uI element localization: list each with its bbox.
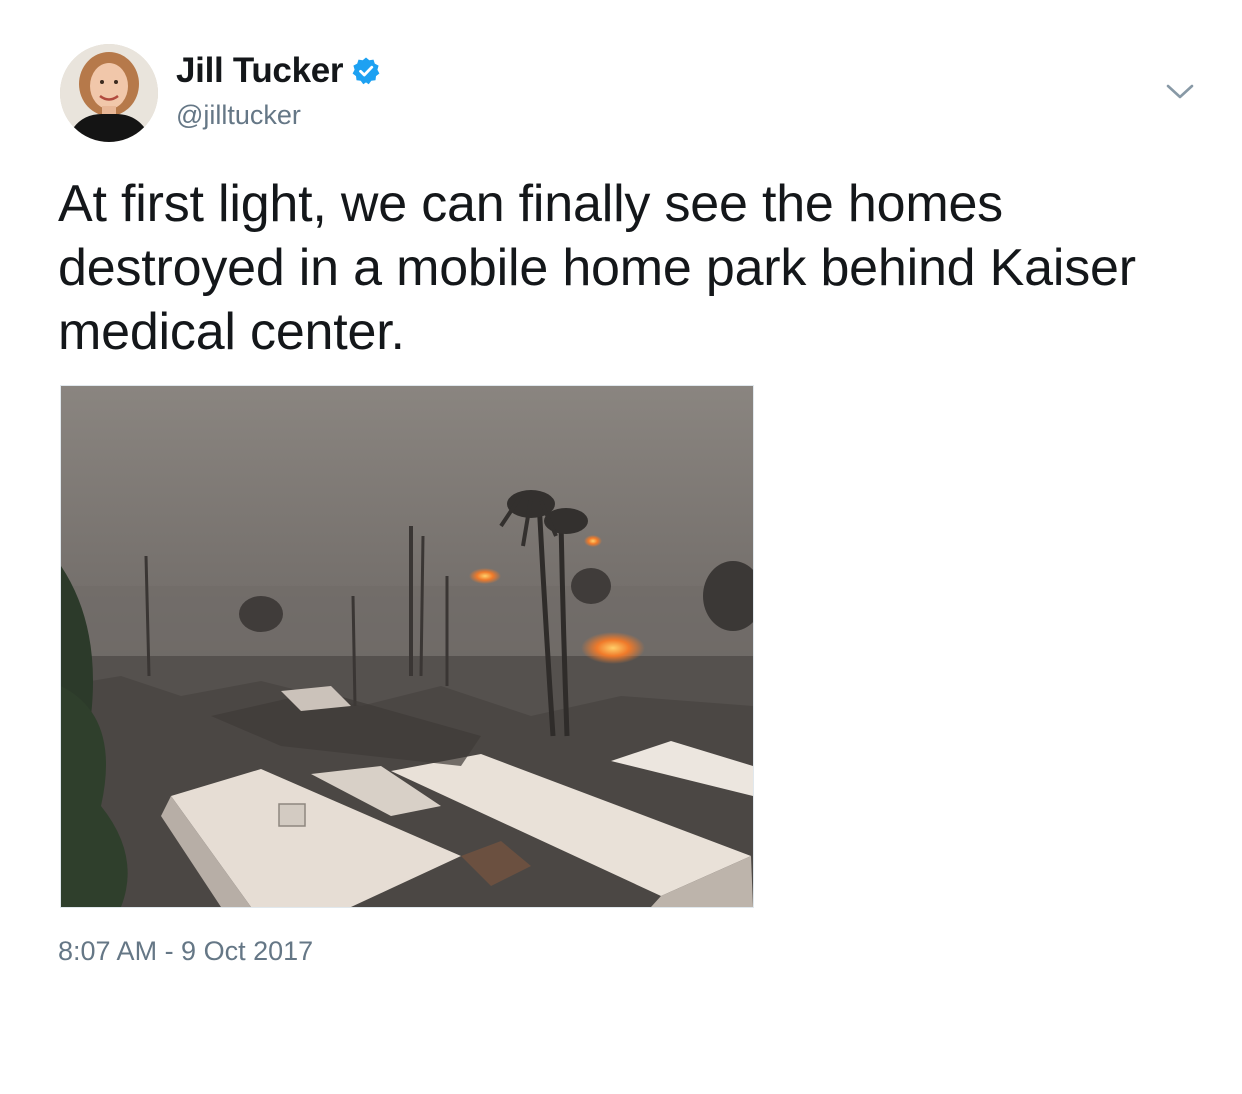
display-name[interactable]: Jill Tucker bbox=[176, 51, 344, 91]
handle[interactable]: @jilltucker bbox=[176, 100, 301, 131]
tweet: Jill Tucker @jilltucker At first light, … bbox=[0, 0, 1242, 1094]
tweet-photo[interactable] bbox=[60, 385, 754, 908]
chevron-down-icon[interactable] bbox=[1162, 76, 1198, 106]
tweet-text: At first light, we can finally see the h… bbox=[58, 175, 1136, 361]
author-name-row[interactable]: Jill Tucker bbox=[176, 50, 381, 92]
avatar[interactable] bbox=[60, 44, 158, 142]
verified-badge-icon bbox=[351, 56, 381, 86]
timestamp[interactable]: 8:07 AM - 9 Oct 2017 bbox=[58, 936, 313, 967]
